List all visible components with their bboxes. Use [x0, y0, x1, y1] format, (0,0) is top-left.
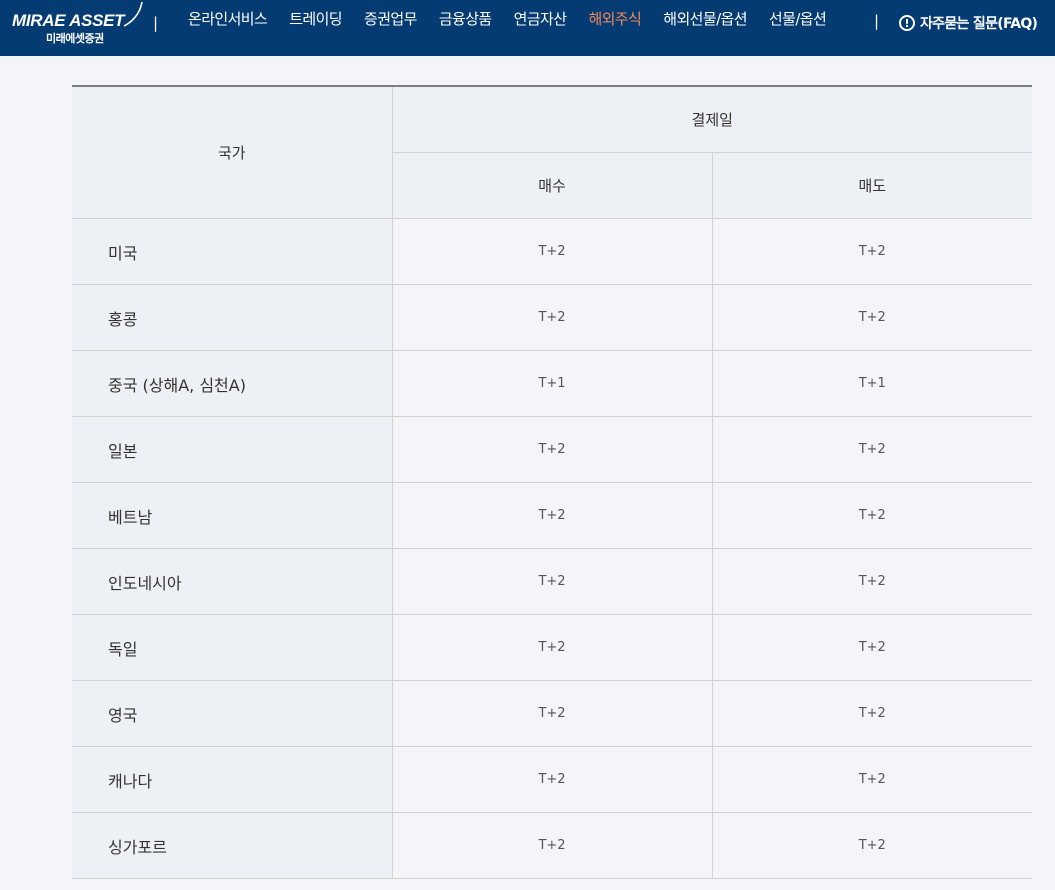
sell-settlement-cell: T+2	[711, 746, 1032, 813]
table-row: 영국 T+2 T+2	[72, 680, 1032, 747]
country-cell: 인도네시아	[72, 548, 392, 615]
table-row: 홍콩 T+2 T+2	[72, 284, 1032, 351]
buy-settlement-cell: T+2	[391, 746, 712, 813]
faq-link[interactable]: ! 자주묻는 질문(FAQ)	[899, 13, 1038, 33]
exclamation-circle-icon: !	[899, 15, 915, 31]
nav-separator: |	[153, 14, 159, 32]
logo-wordmark: MIRAE ASSET	[12, 11, 125, 30]
buy-settlement-cell: T+2	[391, 680, 712, 747]
country-cell: 싱가포르	[72, 812, 392, 879]
sell-settlement-cell: T+1	[711, 350, 1032, 417]
main-nav: 온라인서비스 트레이딩 증권업무 금융상품 연금자산 해외주식 해외선물/옵션 …	[188, 0, 827, 56]
country-cell: 중국 (상해A, 심천A)	[72, 350, 392, 417]
table-row: 싱가포르 T+2 T+2	[72, 812, 1032, 879]
sell-settlement-cell: T+2	[711, 482, 1032, 549]
table-row: 베트남 T+2 T+2	[72, 482, 1032, 549]
table-row: 독일 T+2 T+2	[72, 614, 1032, 681]
sell-settlement-cell: T+2	[711, 218, 1032, 285]
logo-swoosh-icon	[123, 1, 143, 27]
sell-settlement-cell: T+2	[711, 416, 1032, 483]
settlement-date-header: 결제일	[391, 85, 1032, 153]
nav-item-pension-assets[interactable]: 연금자산	[514, 8, 567, 29]
country-cell: 독일	[72, 614, 392, 681]
country-cell: 홍콩	[72, 284, 392, 351]
sell-settlement-cell: T+2	[711, 614, 1032, 681]
mirae-asset-logo[interactable]: MIRAE ASSET 미래에셋증권	[12, 1, 143, 47]
buy-settlement-cell: T+1	[391, 350, 712, 417]
sell-settlement-cell: T+2	[711, 284, 1032, 351]
sell-settlement-cell: T+2	[711, 548, 1032, 615]
buy-settlement-cell: T+2	[391, 416, 712, 483]
sell-column-header: 매도	[711, 152, 1032, 219]
logo-subtitle: 미래에셋증권	[46, 32, 104, 45]
nav-item-futures-options[interactable]: 선물/옵션	[769, 8, 827, 29]
country-cell: 캐나다	[72, 746, 392, 813]
top-navigation-bar: MIRAE ASSET 미래에셋증권 | 온라인서비스 트레이딩 증권업무 금융…	[0, 0, 1055, 56]
nav-item-online-service[interactable]: 온라인서비스	[188, 8, 268, 29]
country-column-header: 국가	[72, 85, 392, 219]
buy-settlement-cell: T+2	[391, 482, 712, 549]
country-cell: 베트남	[72, 482, 392, 549]
sell-settlement-cell: T+2	[711, 812, 1032, 879]
nav-item-trading[interactable]: 트레이딩	[289, 8, 342, 29]
nav-item-securities-work[interactable]: 증권업무	[364, 8, 417, 29]
table-row: 인도네시아 T+2 T+2	[72, 548, 1032, 615]
table-row: 일본 T+2 T+2	[72, 416, 1032, 483]
nav-item-financial-products[interactable]: 금융상품	[439, 8, 492, 29]
country-cell: 미국	[72, 218, 392, 285]
buy-settlement-cell: T+2	[391, 812, 712, 879]
table-row: 중국 (상해A, 심천A) T+1 T+1	[72, 350, 1032, 417]
settlement-date-table: 국가 결제일 매수 매도 미국 T+2 T+2 홍콩 T+2 T+2 중국 (상…	[72, 85, 1032, 879]
buy-settlement-cell: T+2	[391, 284, 712, 351]
country-cell: 일본	[72, 416, 392, 483]
sell-settlement-cell: T+2	[711, 680, 1032, 747]
nav-separator: |	[874, 12, 880, 30]
buy-settlement-cell: T+2	[391, 614, 712, 681]
buy-settlement-cell: T+2	[391, 548, 712, 615]
nav-item-overseas-futures-options[interactable]: 해외선물/옵션	[663, 8, 747, 29]
buy-column-header: 매수	[391, 152, 712, 219]
buy-settlement-cell: T+2	[391, 218, 712, 285]
nav-item-overseas-stocks[interactable]: 해외주식	[588, 8, 641, 29]
country-cell: 영국	[72, 680, 392, 747]
table-row: 캐나다 T+2 T+2	[72, 746, 1032, 813]
table-row: 미국 T+2 T+2	[72, 218, 1032, 285]
faq-label: 자주묻는 질문(FAQ)	[920, 16, 1038, 32]
